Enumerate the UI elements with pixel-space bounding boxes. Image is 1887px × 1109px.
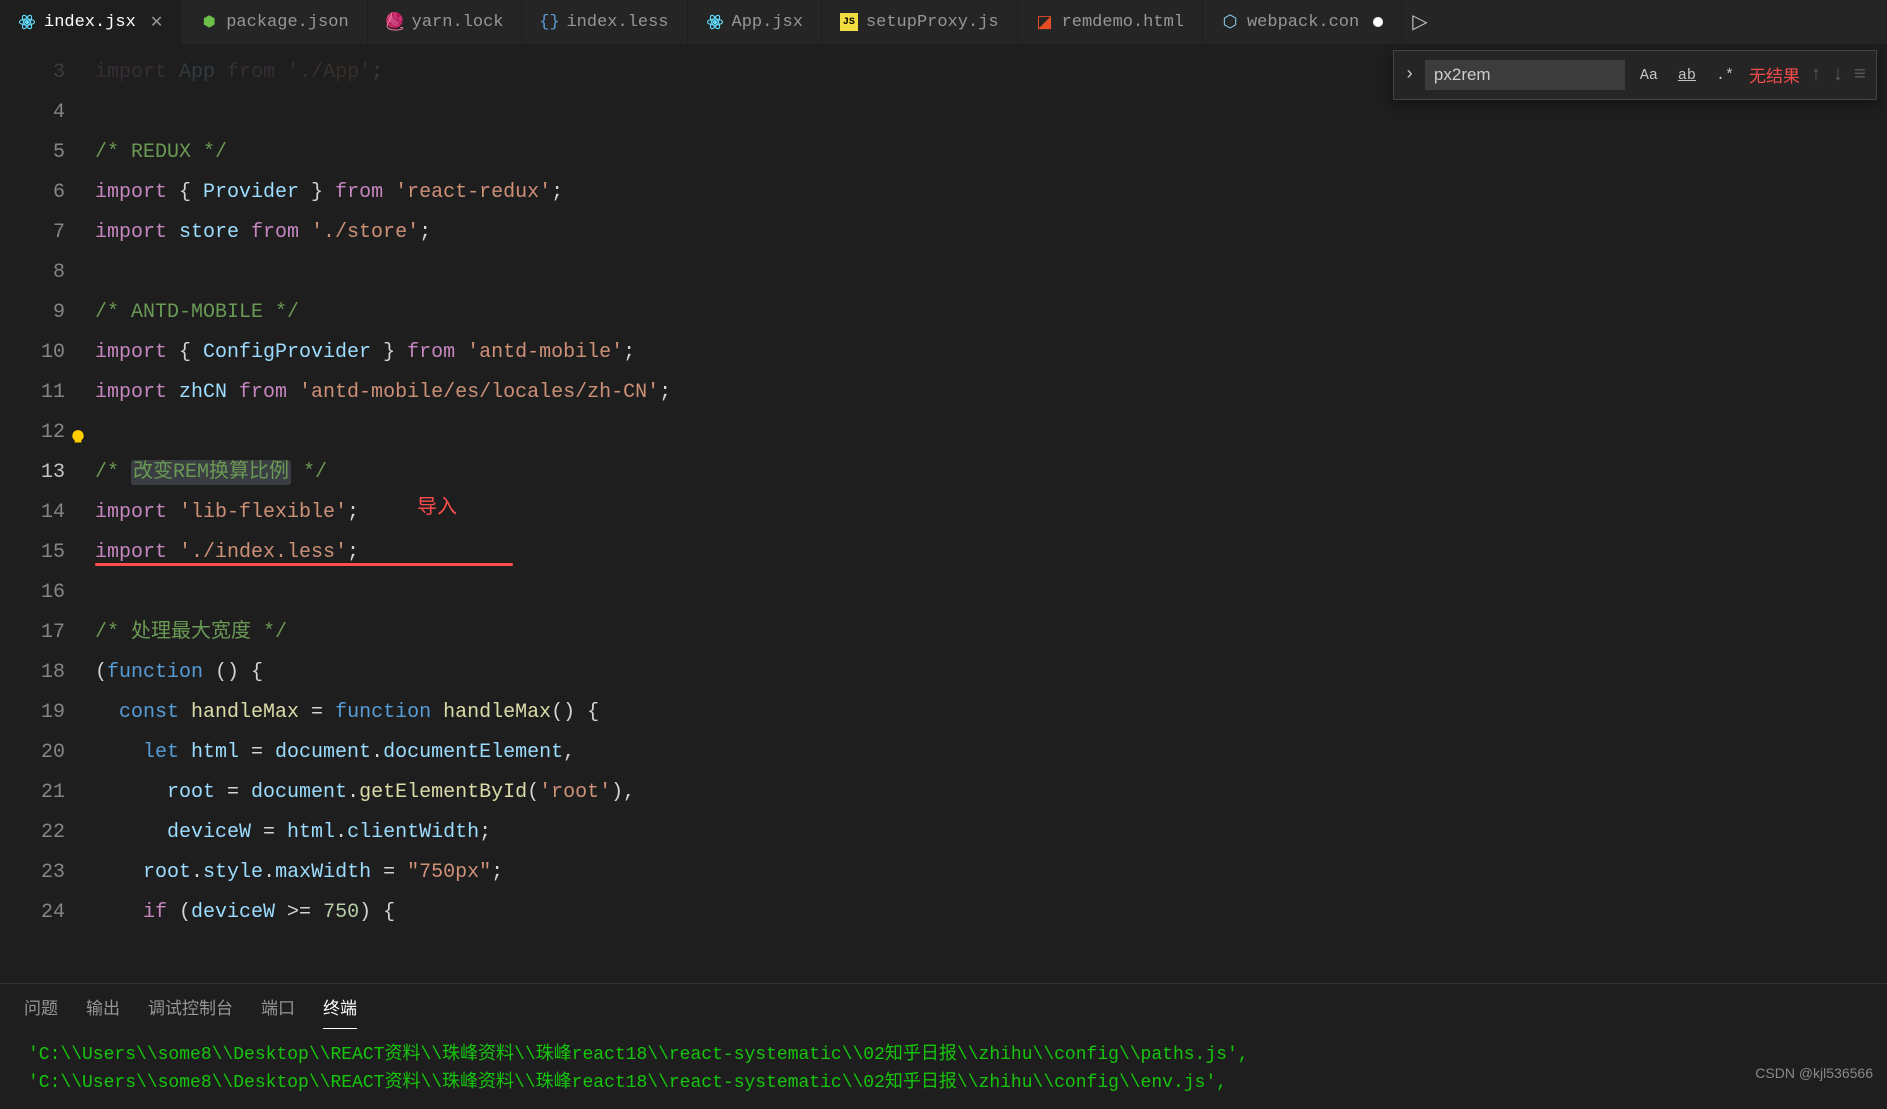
tab-index-less[interactable]: {} index.less <box>522 0 687 44</box>
close-icon[interactable]: ✕ <box>150 12 163 32</box>
comment: /* ANTD-MOBILE */ <box>95 301 299 324</box>
tab-label: package.json <box>226 13 348 32</box>
js-icon: JS <box>840 13 858 31</box>
find-menu-icon[interactable]: ≡ <box>1854 64 1866 87</box>
line-gutter: 3 4567891011 12 1314 15 1617181920212223… <box>0 45 95 983</box>
find-prev-icon[interactable]: ↑ <box>1810 64 1822 87</box>
less-icon: {} <box>540 13 558 31</box>
find-expand-icon[interactable]: › <box>1404 65 1415 85</box>
tab-label: index.less <box>566 13 668 32</box>
tab-index-jsx[interactable]: index.jsx ✕ <box>0 0 182 44</box>
editor[interactable]: 3 4567891011 12 1314 15 1617181920212223… <box>0 45 1887 983</box>
panel-tab-ports[interactable]: 端口 <box>261 994 295 1029</box>
find-result-text: 无结果 <box>1749 62 1800 88</box>
tab-overflow[interactable]: ▷ <box>1402 0 1437 44</box>
tab-label: setupProxy.js <box>866 13 999 32</box>
panel-tab-problems[interactable]: 问题 <box>24 994 58 1029</box>
match-case-toggle[interactable]: Aa <box>1635 65 1663 86</box>
annotation-underline <box>95 563 513 566</box>
tab-webpack-conf[interactable]: ⬡ webpack.con <box>1203 0 1402 44</box>
panel-tab-terminal[interactable]: 终端 <box>323 994 357 1029</box>
tab-remdemo-html[interactable]: ◪ remdemo.html <box>1018 0 1203 44</box>
tab-label: remdemo.html <box>1062 13 1184 32</box>
comment: /* REDUX */ <box>95 141 227 164</box>
tab-yarn-lock[interactable]: 🧶 yarn.lock <box>368 0 523 44</box>
dirty-indicator <box>1373 17 1383 27</box>
npm-icon: ⬢ <box>200 13 218 31</box>
tab-package-json[interactable]: ⬢ package.json <box>182 0 367 44</box>
tab-label: App.jsx <box>732 13 803 32</box>
panel-tab-debug[interactable]: 调试控制台 <box>148 994 233 1029</box>
highlighted-text: 改变REM换算比例 <box>131 460 291 485</box>
find-input[interactable] <box>1425 60 1625 90</box>
webpack-icon: ⬡ <box>1221 13 1239 31</box>
panel-tabs: 问题 输出 调试控制台 端口 终端 <box>0 984 1887 1029</box>
terminal-output[interactable]: 'C:\\Users\\some8\\Desktop\\REACT资料\\珠峰资… <box>0 1029 1887 1109</box>
tab-label: webpack.con <box>1247 13 1359 32</box>
comment: /* 处理最大宽度 */ <box>95 621 287 644</box>
tab-label: index.jsx <box>44 13 136 32</box>
html-icon: ◪ <box>1036 13 1054 31</box>
tab-app-jsx[interactable]: App.jsx <box>688 0 822 44</box>
code-area[interactable]: import App from './App'; /* REDUX */ imp… <box>95 45 1887 983</box>
tab-bar: index.jsx ✕ ⬢ package.json 🧶 yarn.lock {… <box>0 0 1887 45</box>
whole-word-toggle[interactable]: ab <box>1673 65 1701 86</box>
lightbulb-icon[interactable] <box>69 423 87 441</box>
tab-label: yarn.lock <box>412 13 504 32</box>
panel-tab-output[interactable]: 输出 <box>86 994 120 1029</box>
bottom-panel: 问题 输出 调试控制台 端口 终端 'C:\\Users\\some8\\Des… <box>0 983 1887 1083</box>
run-icon[interactable]: ▷ <box>1412 9 1427 35</box>
find-next-icon[interactable]: ↓ <box>1832 64 1844 87</box>
react-icon <box>18 13 36 31</box>
tab-setupproxy-js[interactable]: JS setupProxy.js <box>822 0 1018 44</box>
regex-toggle[interactable]: .* <box>1711 65 1739 86</box>
yarn-icon: 🧶 <box>386 13 404 31</box>
watermark: CSDN @kjl536566 <box>1755 1065 1873 1081</box>
react-icon <box>706 13 724 31</box>
find-widget: › Aa ab .* 无结果 ↑ ↓ ≡ <box>1393 50 1877 100</box>
